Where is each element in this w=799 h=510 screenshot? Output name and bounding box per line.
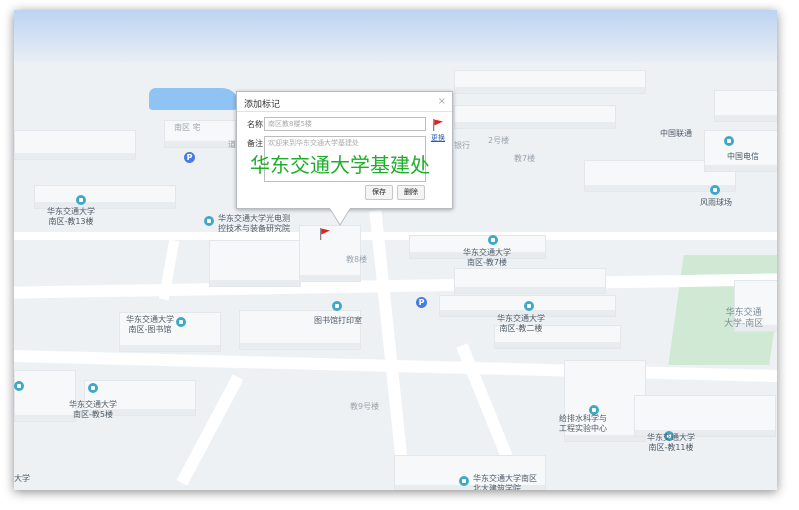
- building: [454, 268, 606, 294]
- note-label: 备注: [247, 139, 263, 148]
- map-view[interactable]: P P 华东交通大学 南区-教13楼 华东交通大学光电测 控技术与装备研究院 华…: [14, 10, 777, 490]
- poi-icon[interactable]: [724, 136, 734, 146]
- label-print-room: 图书馆打印室: [314, 316, 362, 325]
- road-horizontal-north: [14, 232, 777, 240]
- label-south-campus: 华东交通 大学-南区: [724, 308, 764, 329]
- save-button[interactable]: 保存: [365, 185, 393, 200]
- label-jiao2: 华东交通大学 南区-教二楼: [497, 314, 545, 333]
- poi-icon[interactable]: [710, 185, 720, 195]
- poi-icon[interactable]: [332, 301, 342, 311]
- label-jiao7-small: 教7楼: [514, 154, 536, 163]
- poi-icon[interactable]: [176, 317, 186, 327]
- poi-icon[interactable]: [459, 476, 469, 486]
- red-flag-icon[interactable]: [319, 228, 331, 240]
- road-horizontal-main: [14, 273, 777, 299]
- label-telecom: 中国电信: [727, 152, 759, 161]
- popup-pointer: [330, 208, 350, 224]
- poi-icon[interactable]: [524, 301, 534, 311]
- label-fengyu: 风雨球场: [700, 198, 732, 207]
- label-jiao5: 华东交通大学 南区-教5楼: [69, 400, 117, 419]
- label-arch: 华东交通大学南区 北大建筑学院: [473, 474, 537, 490]
- label-guangdian: 华东交通大学光电测 控技术与装备研究院: [218, 214, 290, 233]
- dialog-title: 添加标记: [244, 100, 281, 110]
- label-jiao13: 华东交通大学 南区-教13楼: [47, 207, 95, 226]
- building: [14, 130, 136, 160]
- delete-button[interactable]: 删除: [397, 185, 425, 200]
- poi-icon[interactable]: [488, 235, 498, 245]
- building: [209, 240, 301, 287]
- building: [714, 90, 777, 122]
- label-jiao11: 华东交通大学 南区-教11楼: [647, 433, 695, 452]
- label-daxue-left: 大学: [14, 474, 30, 483]
- name-label: 名称: [247, 120, 263, 129]
- water-area: [149, 88, 239, 110]
- divider: [237, 111, 452, 112]
- label-unicom: 中国联通: [660, 129, 692, 138]
- label-dao: 道: [228, 140, 236, 149]
- red-flag-icon[interactable]: [432, 119, 444, 131]
- label-jiao9: 教9号楼: [350, 402, 380, 411]
- poi-icon[interactable]: [76, 195, 86, 205]
- building: [454, 105, 616, 129]
- overlay-title: 华东交通大学基建处: [250, 153, 430, 177]
- label-building2: 2号楼: [488, 136, 510, 145]
- poi-icon[interactable]: [204, 216, 214, 226]
- building: [634, 395, 776, 437]
- change-link[interactable]: 更换: [431, 133, 445, 143]
- building: [34, 185, 176, 209]
- poi-icon[interactable]: [14, 381, 24, 391]
- label-jiao7: 华东交通大学 南区-教7楼: [463, 248, 511, 267]
- label-nanqu-zhai: 南区 宅: [174, 123, 201, 132]
- label-lab: 给排水科学与 工程实验中心: [559, 414, 607, 433]
- poi-icon[interactable]: [88, 383, 98, 393]
- parking-icon[interactable]: P: [184, 152, 195, 163]
- road-vertical-center: [369, 210, 411, 490]
- label-library: 华东交通大学 南区-图书馆: [126, 315, 174, 334]
- label-jiao8: 教8楼: [346, 255, 368, 264]
- name-input[interactable]: 南区教8楼5楼: [264, 117, 426, 131]
- parking-icon[interactable]: P: [416, 297, 427, 308]
- building: [454, 70, 646, 94]
- building: [14, 370, 76, 422]
- close-icon[interactable]: ×: [438, 96, 446, 107]
- label-bank: 银行: [454, 141, 470, 150]
- building: [704, 130, 777, 172]
- sky-background: [14, 10, 777, 62]
